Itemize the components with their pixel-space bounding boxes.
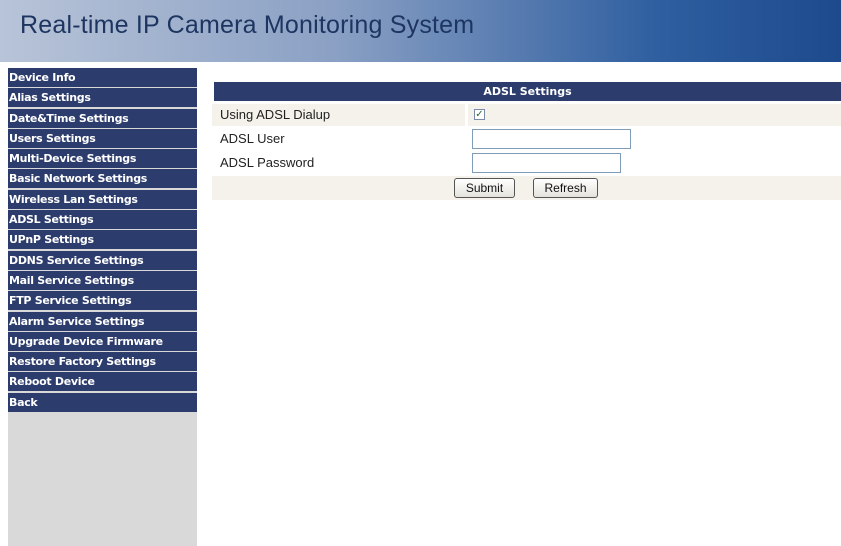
dialup-value-cell: ✓ <box>468 104 841 126</box>
adsl-settings-panel: ADSL Settings Using ADSL Dialup ✓ ADSL U… <box>212 82 841 200</box>
sidebar-item-wireless-lan-settings[interactable]: Wireless Lan Settings <box>8 189 197 209</box>
adsl-user-input[interactable] <box>472 129 631 149</box>
sidebar-nav: Device Info Alias Settings Date&Time Set… <box>8 68 197 546</box>
sidebar-item-alias-settings[interactable]: Alias Settings <box>8 88 197 108</box>
submit-button[interactable]: Submit <box>454 178 515 198</box>
sidebar-item-back[interactable]: Back <box>8 392 197 412</box>
sidebar-item-alarm-service-settings[interactable]: Alarm Service Settings <box>8 311 197 331</box>
dialup-checkbox[interactable]: ✓ <box>474 109 485 120</box>
page-header: Real-time IP Camera Monitoring System <box>0 0 841 62</box>
sidebar-item-ddns-service-settings[interactable]: DDNS Service Settings <box>8 250 197 270</box>
sidebar-item-mail-service-settings[interactable]: Mail Service Settings <box>8 270 197 290</box>
user-label: ADSL User <box>212 128 465 150</box>
sidebar-item-datetime-settings[interactable]: Date&Time Settings <box>8 108 197 128</box>
sidebar-item-restore-factory-settings[interactable]: Restore Factory Settings <box>8 352 197 372</box>
section-title: ADSL Settings <box>214 82 841 101</box>
sidebar-item-users-settings[interactable]: Users Settings <box>8 128 197 148</box>
sidebar-item-reboot-device[interactable]: Reboot Device <box>8 372 197 392</box>
user-row: ADSL User <box>212 128 841 152</box>
sidebar-item-multi-device-settings[interactable]: Multi-Device Settings <box>8 149 197 169</box>
password-value-cell <box>468 152 841 174</box>
password-label: ADSL Password <box>212 152 465 174</box>
dialup-label: Using ADSL Dialup <box>212 104 465 126</box>
sidebar-item-device-info[interactable]: Device Info <box>8 68 197 87</box>
sidebar-item-ftp-service-settings[interactable]: FTP Service Settings <box>8 291 197 311</box>
refresh-button[interactable]: Refresh <box>533 178 598 198</box>
sidebar-item-upgrade-device-firmware[interactable]: Upgrade Device Firmware <box>8 331 197 351</box>
user-value-cell <box>468 128 841 150</box>
sidebar-item-adsl-settings[interactable]: ADSL Settings <box>8 210 197 230</box>
password-row: ADSL Password <box>212 152 841 176</box>
sidebar-item-basic-network-settings[interactable]: Basic Network Settings <box>8 169 197 189</box>
action-row: Submit Refresh <box>212 176 841 200</box>
dialup-row: Using ADSL Dialup ✓ <box>212 104 841 128</box>
adsl-password-input[interactable] <box>472 153 621 173</box>
app-title: Real-time IP Camera Monitoring System <box>20 11 475 39</box>
sidebar-item-upnp-settings[interactable]: UPnP Settings <box>8 230 197 250</box>
